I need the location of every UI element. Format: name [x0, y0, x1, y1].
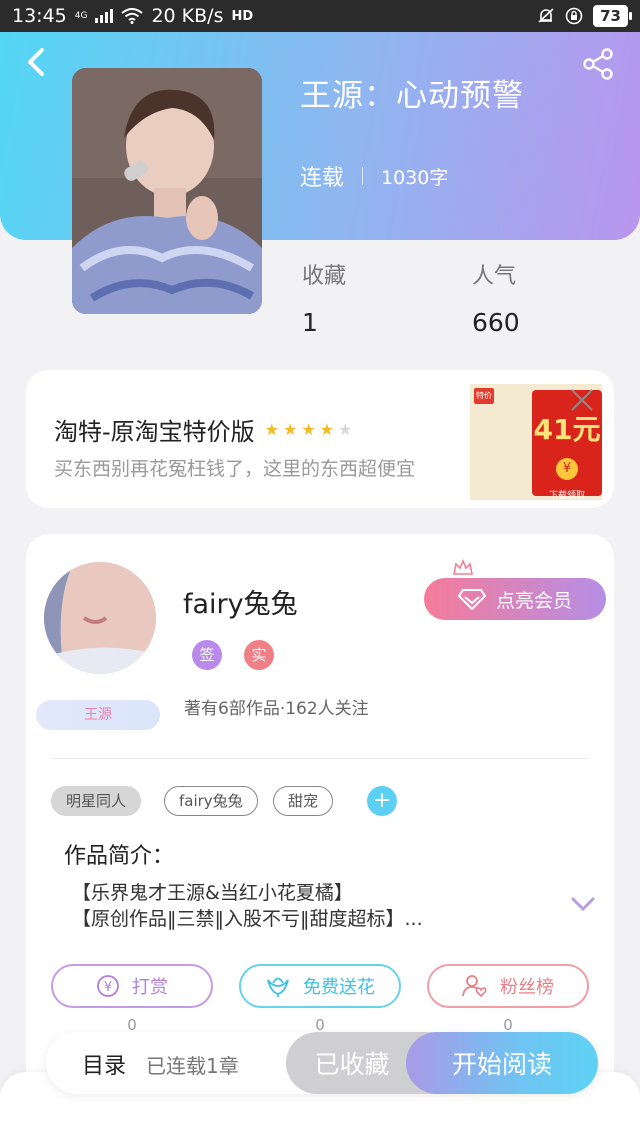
chevron-down-icon[interactable]	[570, 894, 596, 914]
tag-chip[interactable]: 明星同人	[51, 786, 142, 816]
back-icon[interactable]	[22, 44, 52, 80]
wifi-icon	[121, 8, 144, 24]
ad-title-row: 淘特-原淘宝特价版 ★★★★★	[54, 412, 356, 447]
ad-image[interactable]: 特价 41元 ¥ 下载领取	[470, 384, 602, 501]
meta-divider	[362, 167, 364, 185]
tag-chip[interactable]: fairy兔兔	[164, 786, 258, 816]
popularity-label: 人气	[472, 264, 517, 289]
avatar-image	[44, 562, 156, 674]
signal-icon	[95, 9, 114, 23]
fan-badge: 王源	[36, 700, 160, 730]
network-type: 4G	[74, 11, 88, 21]
reward-label: 打赏	[132, 977, 168, 998]
ad-app-logo: 特价	[474, 388, 494, 404]
lock-rotation-icon	[565, 7, 583, 25]
send-flower-button[interactable]: 免费送花	[239, 964, 401, 1008]
chapter-count: 已连载1章	[146, 1054, 239, 1078]
reward-button[interactable]: ¥ 打赏	[51, 964, 213, 1008]
tag-chip[interactable]: 甜宠	[273, 786, 334, 816]
collect-label: 收藏	[302, 264, 347, 289]
popularity-stat: 人气 660	[472, 258, 520, 337]
fan-heart-icon	[462, 975, 487, 998]
serial-status: 连载	[300, 166, 345, 191]
book-cover[interactable]	[72, 68, 262, 314]
collect-stat: 收藏 1	[302, 258, 346, 337]
author-name[interactable]: fairy兔兔	[183, 582, 298, 621]
crown-icon	[453, 558, 473, 575]
send-flower-label: 免费送花	[303, 977, 375, 998]
word-count: 1030字	[381, 166, 449, 189]
ad-rating-stars: ★★★★★	[264, 420, 357, 439]
yuan-coin-icon: ¥	[97, 975, 119, 997]
ad-amount: 41元	[533, 413, 601, 446]
network-speed: 20 KB/s	[151, 5, 224, 27]
add-tag-button[interactable]: +	[367, 786, 397, 816]
status-time: 13:45	[12, 5, 67, 27]
ad-title: 淘特-原淘宝特价版	[54, 418, 255, 446]
author-stats: 著有6部作品·162人关注	[184, 699, 369, 719]
vip-button[interactable]: 点亮会员	[424, 578, 606, 620]
book-meta: 连载 1030字	[300, 160, 448, 192]
ad-close-icon[interactable]	[568, 386, 596, 414]
battery-icon: 73	[593, 5, 632, 27]
start-reading-button[interactable]: 开始阅读	[406, 1032, 598, 1094]
intro-line-1: 【乐界鬼才王源&当红小花夏橘】	[72, 882, 353, 904]
vip-button-label: 点亮会员	[495, 589, 572, 612]
svg-text:¥: ¥	[104, 980, 112, 995]
popularity-value: 660	[472, 308, 520, 337]
ad-banner[interactable]: 淘特-原淘宝特价版 ★★★★★ 买东西别再花冤枉钱了，这里的东西超便宜 特价 4…	[26, 370, 614, 508]
cover-portrait-image	[72, 68, 262, 314]
ad-cta: 下载领取	[548, 491, 585, 501]
intro-title: 作品简介：	[64, 844, 175, 869]
hd-icon: HD	[231, 8, 254, 24]
collect-value: 1	[302, 308, 318, 337]
intro-text: 【乐界鬼才王源&当红小花夏橘】 【原创作品‖三禁‖入股不亏‖甜度超标】...	[72, 880, 532, 932]
share-icon[interactable]	[580, 46, 616, 82]
fan-ranking-button[interactable]: 粉丝榜	[427, 964, 589, 1008]
verified-badge: 实	[244, 640, 274, 670]
diamond-icon	[457, 589, 486, 610]
ad-description: 买东西别再花冤枉钱了，这里的东西超便宜	[54, 458, 416, 480]
intro-line-2: 【原创作品‖三禁‖入股不亏‖甜度超标】...	[72, 908, 423, 930]
book-title: 王源：心动预警	[300, 78, 524, 114]
fan-ranking-label: 粉丝榜	[500, 977, 554, 998]
table-of-contents-button[interactable]: 目录	[82, 1048, 126, 1080]
flower-icon	[267, 977, 289, 997]
signed-badge: 签	[192, 640, 222, 670]
divider	[50, 758, 590, 759]
status-bar: 13:45 4G 20 KB/s HD 73	[0, 0, 640, 32]
ad-coin-icon: ¥	[556, 458, 578, 480]
author-avatar[interactable]	[44, 562, 156, 674]
bell-mute-icon	[538, 8, 554, 23]
